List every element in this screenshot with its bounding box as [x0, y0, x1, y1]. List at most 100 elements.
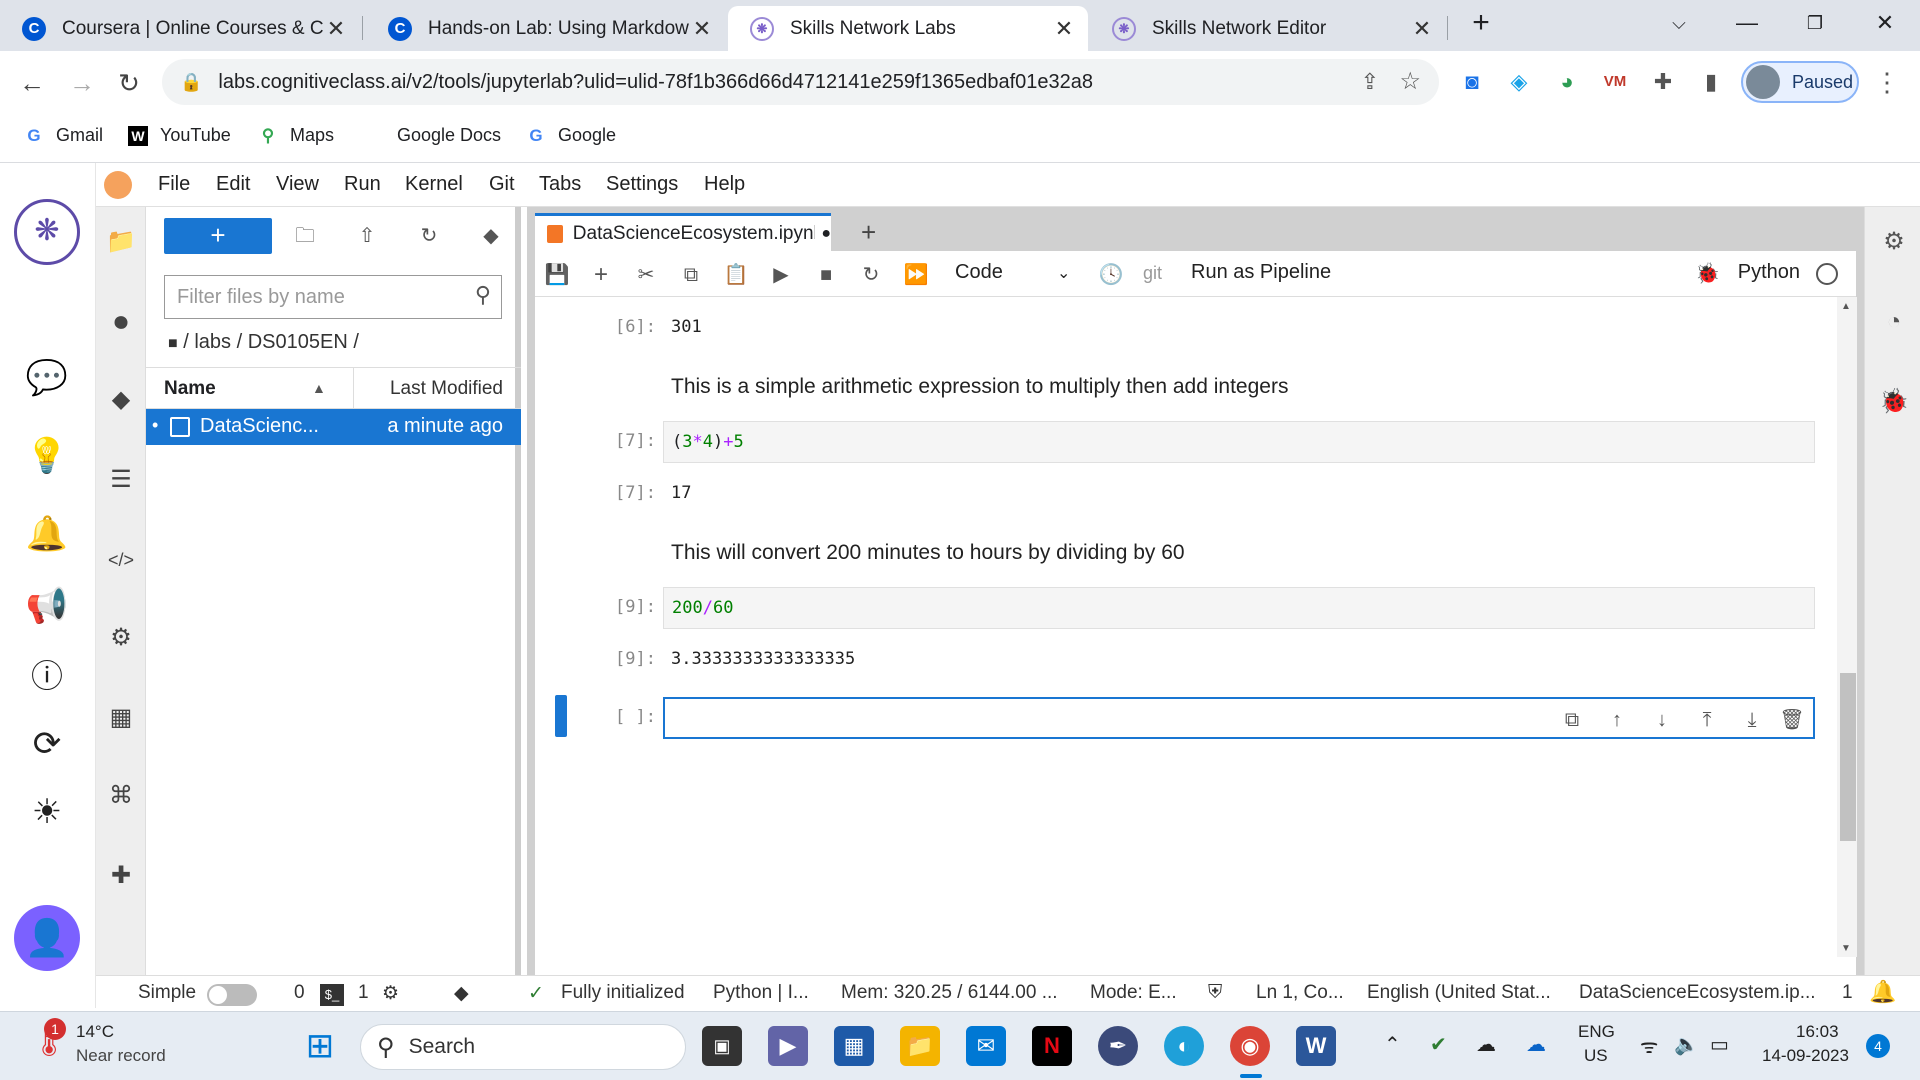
cut-icon[interactable]: ✂	[632, 261, 660, 289]
code-cell-input[interactable]: 200/60	[663, 587, 1815, 629]
menu-kernel[interactable]: Kernel	[405, 173, 463, 196]
screen-record-extension-icon[interactable]: ◙	[1457, 67, 1487, 97]
bookmark-star-icon[interactable]: ☆	[1399, 67, 1421, 96]
omnibox[interactable]: 🔒 labs.cognitiveclass.ai/v2/tools/jupyte…	[162, 59, 1439, 105]
debugger-bug-icon[interactable]: 🐞	[1695, 261, 1720, 286]
notebook-scrollbar[interactable]: ▲ ▼	[1837, 297, 1857, 957]
bookmark-google[interactable]: G Google	[526, 125, 616, 146]
menu-settings[interactable]: Settings	[606, 173, 678, 196]
browser-tab-hands-on-lab[interactable]: C Hands-on Lab: Using Markdown ✕	[366, 6, 726, 51]
menu-run[interactable]: Run	[344, 173, 381, 196]
new-tab-icon[interactable]: +	[1456, 6, 1506, 40]
insert-below-icon[interactable]: ⤓	[1739, 707, 1765, 733]
bookmark-youtube[interactable]: W YouTube	[128, 125, 231, 146]
bookmark-gmail[interactable]: G Gmail	[24, 125, 103, 146]
extension-grid-icon[interactable]: ⌘	[104, 779, 138, 813]
insert-cell-icon[interactable]: +	[587, 261, 615, 289]
chrome-browser-icon[interactable]: ◉	[1230, 1026, 1270, 1066]
running-stop-icon[interactable]: ⏺	[104, 305, 138, 339]
column-name-header[interactable]: Name	[164, 378, 216, 400]
copy-icon[interactable]: ⧉	[677, 261, 705, 289]
chat-icon[interactable]: 💬	[24, 355, 70, 401]
new-folder-icon[interactable]: 🗀	[290, 221, 320, 251]
notification-bell-icon[interactable]: 🔔	[24, 511, 70, 557]
property-inspector-gear-icon[interactable]: ⚙	[104, 621, 138, 655]
run-all-icon[interactable]: ⏩	[902, 261, 930, 289]
kernel-name[interactable]: Python	[1738, 261, 1800, 284]
security-tray-icon[interactable]: ✔	[1430, 1032, 1447, 1057]
side-panel-icon[interactable]: ▮	[1696, 67, 1726, 97]
menu-edit[interactable]: Edit	[216, 173, 250, 196]
menu-help[interactable]: Help	[704, 173, 745, 196]
column-modified-header[interactable]: Last Modified	[390, 378, 503, 400]
volume-icon[interactable]: 🔈	[1674, 1032, 1699, 1057]
active-code-cell-input[interactable]: ⧉ ↑ ↓ ⤒ ⤓ 🗑	[663, 697, 1815, 739]
duplicate-cell-icon[interactable]: ⧉	[1559, 707, 1585, 733]
extension-manager-puzzle-icon[interactable]: ✚	[104, 859, 138, 893]
weather-description[interactable]: Near record	[76, 1046, 166, 1066]
bookmark-maps[interactable]: ⚲ Maps	[258, 125, 334, 146]
interrupt-stop-icon[interactable]: ■	[812, 261, 840, 289]
weather-temperature[interactable]: 14°C	[76, 1022, 114, 1042]
close-tab-icon[interactable]: ✕	[1410, 16, 1434, 42]
kernels-count[interactable]: 1	[358, 982, 369, 1004]
reload-icon[interactable]: ↻	[109, 63, 149, 103]
menu-tabs[interactable]: Tabs	[539, 173, 581, 196]
onedrive-icon[interactable]: ☁	[1526, 1032, 1546, 1057]
refresh-icon[interactable]: ↻	[414, 221, 444, 251]
paste-icon[interactable]: 📋	[722, 261, 750, 289]
menu-view[interactable]: View	[276, 173, 319, 196]
wifi-icon[interactable]: ᯤ	[1640, 1032, 1658, 1059]
tab-search-chevron-icon[interactable]: ⌵	[1654, 6, 1704, 40]
folder-icon[interactable]: 📁	[104, 225, 138, 259]
clock-time[interactable]: 16:03	[1796, 1022, 1839, 1042]
taskbar-search[interactable]: ⚲ Search	[360, 1024, 686, 1070]
move-down-icon[interactable]: ↓	[1649, 707, 1675, 733]
insert-above-icon[interactable]: ⤒	[1694, 707, 1720, 733]
pipeline-components-icon[interactable]: ▦	[104, 701, 138, 735]
forward-arrow-icon[interactable]: →	[62, 63, 102, 103]
texstudio-icon[interactable]: ✒	[1098, 1026, 1138, 1066]
edge-browser-icon[interactable]: ◐	[1164, 1026, 1204, 1066]
git-icon[interactable]: ◆	[104, 383, 138, 417]
window-close-icon[interactable]: ✕	[1860, 6, 1910, 40]
teams-chat-icon[interactable]: ▶	[768, 1026, 808, 1066]
input-region[interactable]: US	[1584, 1046, 1608, 1066]
cloud-sync-icon[interactable]: ☁	[1476, 1032, 1496, 1057]
terminal-icon[interactable]: $_	[320, 984, 344, 1006]
mail-icon[interactable]: ✉	[966, 1026, 1006, 1066]
share-icon[interactable]: ⇪	[1361, 69, 1379, 95]
word-icon[interactable]: W	[1296, 1026, 1336, 1066]
trusted-shield-icon[interactable]: ⛨	[1208, 982, 1222, 1004]
lightbulb-icon[interactable]: 💡	[24, 433, 70, 479]
sync-icon[interactable]: ⟳	[24, 721, 70, 767]
notebook-mode[interactable]: Mode: E...	[1090, 982, 1177, 1004]
upload-icon[interactable]: ⇧	[352, 221, 382, 251]
microsoft-store-icon[interactable]: ▦	[834, 1026, 874, 1066]
add-tab-icon[interactable]: +	[861, 217, 876, 248]
resource-usage-gauge-icon[interactable]: ◔	[1879, 307, 1909, 337]
url-text[interactable]: labs.cognitiveclass.ai/v2/tools/jupyterl…	[218, 71, 1093, 94]
scroll-down-arrow-icon[interactable]: ▼	[1841, 943, 1851, 954]
profile-button[interactable]: Paused	[1741, 61, 1859, 103]
filter-files-input[interactable]: Filter files by name ⚲	[164, 275, 502, 319]
minimize-icon[interactable]: —	[1722, 6, 1772, 40]
code-cell-input[interactable]: (3*4)+5	[663, 421, 1815, 463]
input-language[interactable]: ENG	[1578, 1022, 1615, 1042]
restart-kernel-icon[interactable]: ↻	[857, 261, 885, 289]
diamond-extension-icon[interactable]: ◈	[1504, 67, 1534, 97]
help-icon[interactable]: ⓘ	[24, 653, 70, 699]
delete-cell-icon[interactable]: 🗑	[1779, 707, 1805, 733]
table-of-contents-icon[interactable]: ☰	[104, 463, 138, 497]
scroll-up-arrow-icon[interactable]: ▲	[1841, 301, 1851, 312]
browser-tab-skills-network-labs[interactable]: ❋ Skills Network Labs ✕	[728, 6, 1088, 51]
close-tab-icon[interactable]: ✕	[690, 16, 714, 42]
browser-tab-coursera[interactable]: C Coursera | Online Courses & Cre ✕	[0, 6, 360, 51]
battery-icon[interactable]: ▭	[1710, 1032, 1729, 1057]
file-row[interactable]: • DataScienc... a minute ago	[146, 409, 521, 445]
new-launcher-button[interactable]: +	[164, 218, 272, 254]
theme-sun-icon[interactable]: ☀	[24, 789, 70, 835]
unsaved-dot-icon[interactable]: ●	[821, 225, 831, 243]
chrome-menu-icon[interactable]: ⋮	[1872, 67, 1902, 97]
kernel-status[interactable]: Python | I...	[713, 982, 809, 1004]
